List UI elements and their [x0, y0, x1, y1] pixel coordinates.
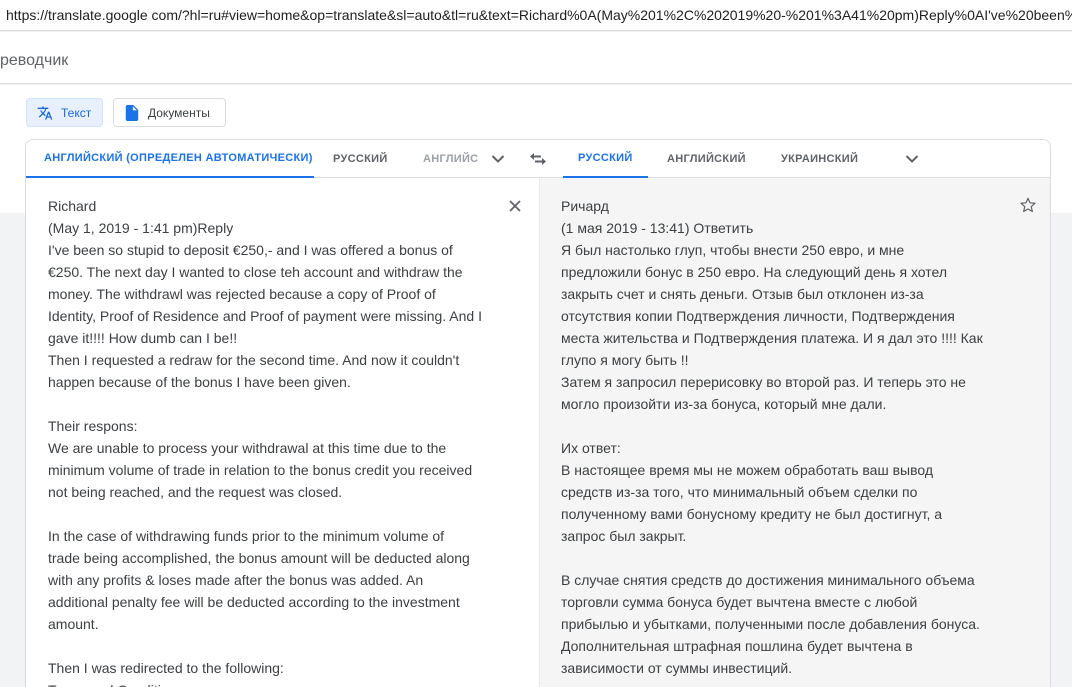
- app-title: реводчик: [0, 52, 69, 69]
- source-pane: Richard (May 1, 2019 - 1:41 pm)Reply I'v…: [26, 178, 539, 687]
- target-lang-russian-label: РУССКИЙ: [578, 152, 633, 164]
- address-bar-url[interactable]: https://translate.google com/?hl=ru#view…: [6, 7, 1072, 23]
- target-lang-ukrainian-tab[interactable]: УКРАИНСКИЙ: [781, 140, 858, 178]
- target-lang-english-label: АНГЛИЙСКИЙ: [667, 153, 746, 165]
- source-lang-detected-label: АНГЛИЙСКИЙ (ОПРЕДЕЛЕН АВТОМАТИЧЕСКИ): [44, 152, 313, 164]
- swap-arrows-icon[interactable]: [528, 149, 548, 169]
- documents-mode-button[interactable]: Документы: [113, 98, 226, 127]
- target-lang-english-tab[interactable]: АНГЛИЙСКИЙ: [667, 140, 746, 178]
- documents-mode-label: Документы: [148, 105, 210, 120]
- target-lang-ukrainian-label: УКРАИНСКИЙ: [781, 153, 859, 165]
- translation-card: АНГЛИЙСКИЙ (ОПРЕДЕЛЕН АВТОМАТИЧЕСКИ) РУС…: [25, 139, 1051, 687]
- close-icon[interactable]: [506, 197, 524, 215]
- document-icon: [124, 104, 140, 121]
- source-lang-english-tab[interactable]: АНГЛИЙС: [423, 140, 479, 178]
- target-lang-russian-tab[interactable]: РУССКИЙ: [563, 140, 648, 178]
- text-mode-button[interactable]: Текст: [26, 98, 103, 127]
- app-header: реводчик: [0, 32, 1072, 84]
- text-mode-label: Текст: [61, 105, 92, 120]
- source-text-input[interactable]: Richard (May 1, 2019 - 1:41 pm)Reply I'v…: [48, 195, 510, 687]
- chevron-down-icon[interactable]: [488, 149, 508, 169]
- star-icon[interactable]: [1019, 196, 1037, 214]
- source-lang-russian-tab[interactable]: РУССКИЙ: [333, 140, 388, 178]
- source-lang-russian-label: РУССКИЙ: [333, 153, 388, 165]
- language-bar: АНГЛИЙСКИЙ (ОПРЕДЕЛЕН АВТОМАТИЧЕСКИ) РУС…: [26, 140, 1050, 178]
- chevron-down-icon[interactable]: [902, 149, 922, 169]
- translate-icon: [37, 105, 53, 121]
- translated-text: Ричард (1 мая 2019 - 13:41) Ответить Я б…: [561, 198, 983, 676]
- source-lang-detected-tab[interactable]: АНГЛИЙСКИЙ (ОПРЕДЕЛЕН АВТОМАТИЧЕСКИ): [26, 140, 314, 178]
- target-pane: Ричард (1 мая 2019 - 13:41) Ответить Я б…: [539, 178, 1050, 687]
- address-bar[interactable]: https://translate.google com/?hl=ru#view…: [0, 0, 1072, 31]
- source-lang-english-label: АНГЛИЙС: [423, 153, 479, 165]
